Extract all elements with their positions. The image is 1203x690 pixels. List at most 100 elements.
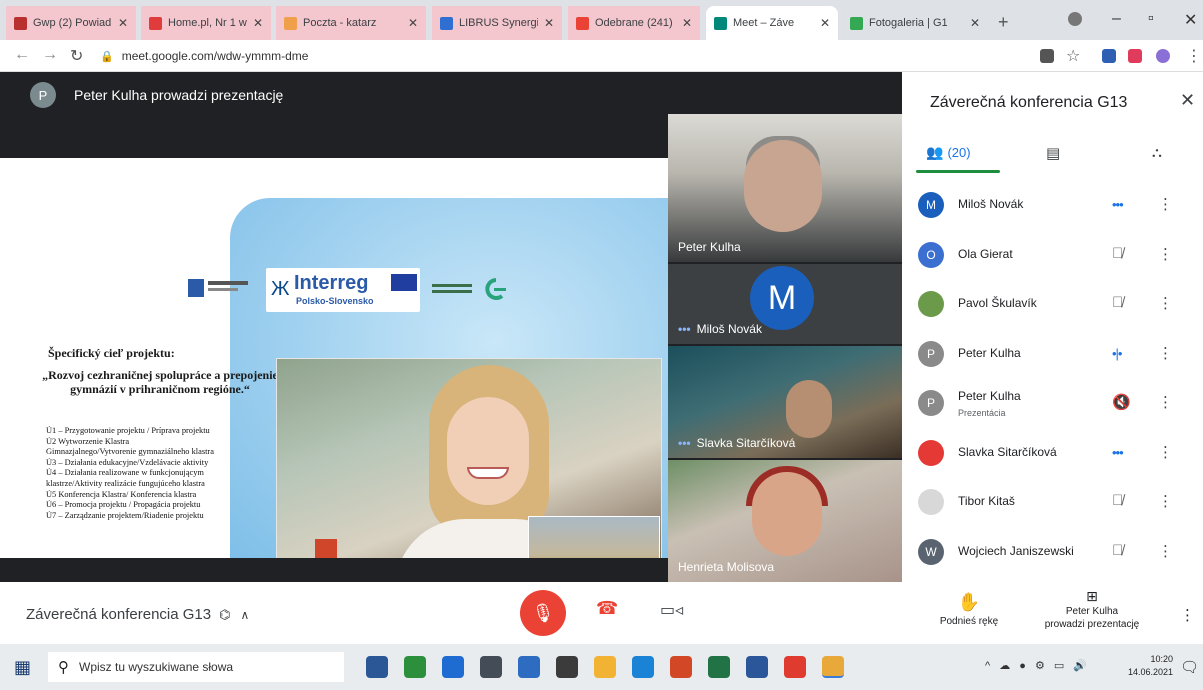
taskbar-app-icon[interactable] xyxy=(822,656,844,678)
participant-more-icon[interactable]: ⋮ xyxy=(1158,542,1173,560)
participant-row[interactable]: Tibor Kitaš 🎙̸ ⋮ xyxy=(902,479,1203,527)
camera-button[interactable]: ▭◃ xyxy=(660,600,683,620)
participant-more-icon[interactable]: ⋮ xyxy=(1158,492,1173,510)
participant-more-icon[interactable]: ⋮ xyxy=(1158,294,1173,312)
taskbar-app-icon[interactable] xyxy=(366,656,388,678)
hang-up-icon: ☎ xyxy=(596,598,619,618)
participant-row[interactable]: P Peter Kulha Prezentácia 🔇 ⋮ xyxy=(902,380,1203,428)
browser-tab[interactable]: LIBRUS Synergia ✕ xyxy=(432,6,562,40)
taskbar-app-icon[interactable] xyxy=(556,656,578,678)
taskbar-app-icon[interactable] xyxy=(632,656,654,678)
taskbar-app-icon[interactable] xyxy=(708,656,730,678)
participant-name: Slavka Sitarčíková xyxy=(958,444,1057,459)
taskbar-app-icon[interactable] xyxy=(480,656,502,678)
participant-row[interactable]: O Ola Gierat 🎙̸ ⋮ xyxy=(902,232,1203,280)
profile-icon[interactable] xyxy=(1068,12,1082,26)
browser-tab-bar: + – ▫ ✕ Gwp (2) Powiad ✕ Home.pl, Nr 1 w ✕ P… xyxy=(0,0,1203,40)
bookmark-star-icon[interactable]: ☆ xyxy=(1066,46,1080,66)
video-tile[interactable]: ••• Slavka Sitarčíková xyxy=(668,346,902,458)
windows-start-icon[interactable]: ▦ xyxy=(14,657,31,678)
mic-off-button[interactable]: 🎙 xyxy=(520,590,566,636)
close-panel-icon[interactable]: ✕ xyxy=(1180,90,1195,111)
extension-icon[interactable] xyxy=(1102,49,1116,63)
taskbar-app-icon[interactable] xyxy=(670,656,692,678)
participant-more-icon[interactable]: ⋮ xyxy=(1158,344,1173,362)
camera-extension-icon[interactable] xyxy=(1040,49,1054,63)
slide-heading: Špecifický cieľ projektu: xyxy=(48,346,175,360)
slide-goal-list: Ú1 – Przygotowanie projektu / Príprava p… xyxy=(46,426,276,521)
url-field[interactable]: 🔒 meet.google.com/wdw-ymmm-dme xyxy=(100,45,980,67)
address-bar: ← → ↻ 🔒 meet.google.com/wdw-ymmm-dme ☆ ⋮ xyxy=(0,40,1203,72)
participant-row[interactable]: Slavka Sitarčíková ••• ⋮ xyxy=(902,430,1203,478)
tab-title: Gwp (2) Powiad xyxy=(33,17,112,29)
slide-quote: „Rozvoj cezhraničnej spolupráce a prepoj… xyxy=(42,368,278,396)
close-tab-icon[interactable]: ✕ xyxy=(118,16,128,30)
participant-more-icon[interactable]: ⋮ xyxy=(1158,195,1173,213)
windows-taskbar: ▦ ⚲ Wpisz tu wyszukiwane słowa ^ ☁ ● ⚙ ▭… xyxy=(0,644,1203,690)
participant-row[interactable]: W Wojciech Janiszewski 🎙̸ ⋮ xyxy=(902,529,1203,577)
slide-goal-item: Ú4 – Działania realizowane w funkcjonują… xyxy=(46,468,204,478)
maximize-icon[interactable]: ▫ xyxy=(1148,10,1154,28)
participant-more-icon[interactable]: ⋮ xyxy=(1158,393,1173,411)
leave-call-button[interactable]: ☎ xyxy=(596,598,618,619)
taskbar-app-icon[interactable] xyxy=(594,656,616,678)
video-tile[interactable]: M ••• Miloš Novák xyxy=(668,264,902,344)
taskbar-app-icon[interactable] xyxy=(442,656,464,678)
tab-people[interactable]: 👥 (20) xyxy=(926,144,971,161)
muted-mic-icon[interactable]: 🎙̸ xyxy=(1112,245,1123,262)
account-avatar-icon[interactable] xyxy=(1156,49,1170,63)
participant-more-icon[interactable]: ⋮ xyxy=(1158,245,1173,263)
close-tab-icon[interactable]: ✕ xyxy=(408,16,418,30)
active-tab-indicator xyxy=(916,170,1000,173)
presenter-avatar: P xyxy=(30,82,56,108)
video-tile[interactable]: Henrieta Molisova xyxy=(668,460,902,582)
close-tab-icon[interactable]: ✕ xyxy=(682,16,692,30)
taskbar-app-icon[interactable] xyxy=(746,656,768,678)
close-tab-icon[interactable]: ✕ xyxy=(970,16,980,30)
muted-mic-icon[interactable]: 🎙̸ xyxy=(1112,542,1123,559)
taskbar-app-icon[interactable] xyxy=(518,656,540,678)
muted-mic-icon[interactable]: 🎙̸ xyxy=(1112,294,1123,311)
close-tab-icon[interactable]: ✕ xyxy=(253,16,263,30)
new-tab-button[interactable]: + xyxy=(998,12,1009,33)
back-icon[interactable]: ← xyxy=(14,46,30,64)
taskbar-app-icon[interactable] xyxy=(784,656,806,678)
participant-row[interactable]: M Miloš Novák ••• ⋮ xyxy=(902,182,1203,230)
more-options-icon[interactable]: ⋮ xyxy=(1180,606,1195,624)
close-tab-icon[interactable]: ✕ xyxy=(544,16,554,30)
reload-icon[interactable]: ↻ xyxy=(70,46,83,66)
tile-name: Peter Kulha xyxy=(678,240,741,254)
minimize-icon[interactable]: – xyxy=(1112,10,1121,28)
taskbar-clock[interactable]: 10:20 14.06.2021 xyxy=(1128,653,1173,679)
close-tab-icon[interactable]: ✕ xyxy=(820,16,830,30)
browser-tab[interactable]: Home.pl, Nr 1 w ✕ xyxy=(141,6,271,40)
taskbar-search[interactable]: ⚲ Wpisz tu wyszukiwane słowa xyxy=(48,652,344,682)
close-window-icon[interactable]: ✕ xyxy=(1184,10,1197,30)
participant-name: Tibor Kitaš xyxy=(958,494,1015,508)
participant-row[interactable]: Pavol Škulavík 🎙̸ ⋮ xyxy=(902,281,1203,329)
puzzle-extension-icon[interactable] xyxy=(1128,49,1142,63)
browser-menu-icon[interactable]: ⋮ xyxy=(1186,46,1202,66)
presenting-button[interactable]: ⊞ Peter Kulha prowadzi prezentację xyxy=(1030,589,1154,631)
meeting-details[interactable]: Záverečná konferencia G13 ⌬ ∧ xyxy=(26,606,249,623)
browser-tab[interactable]: Poczta - katarz ✕ xyxy=(276,6,426,40)
browser-tab[interactable]: Gwp (2) Powiad ✕ xyxy=(6,6,136,40)
browser-tab[interactable]: Odebrane (241) ✕ xyxy=(568,6,700,40)
tab-chat[interactable]: ▤ xyxy=(1046,144,1060,162)
browser-tab[interactable]: Fotogaleria | G1 ✕ xyxy=(842,6,988,40)
speaking-indicator-icon: ••• xyxy=(1112,444,1124,460)
forward-icon[interactable]: → xyxy=(42,46,58,64)
muted-mic-icon[interactable]: 🔇 xyxy=(1112,393,1131,411)
tile-face xyxy=(744,140,822,232)
tab-activities[interactable]: ⛬ xyxy=(1152,144,1162,161)
participant-more-icon[interactable]: ⋮ xyxy=(1158,443,1173,461)
video-tile[interactable]: Peter Kulha xyxy=(668,114,902,262)
taskbar-app-icon[interactable] xyxy=(404,656,426,678)
notifications-icon[interactable]: 🗨 xyxy=(1180,658,1199,676)
participant-row[interactable]: P Peter Kulha •|• ⋮ xyxy=(902,331,1203,379)
tab-title: Home.pl, Nr 1 w xyxy=(168,17,247,29)
raise-hand-button[interactable]: ✋ Podnieś rękę xyxy=(924,592,1014,627)
browser-tab[interactable]: Meet – Záve ✕ xyxy=(706,6,838,40)
muted-mic-icon[interactable]: 🎙̸ xyxy=(1112,492,1123,509)
system-tray[interactable]: ^ ☁ ● ⚙ ▭ 🔊 xyxy=(985,659,1090,672)
